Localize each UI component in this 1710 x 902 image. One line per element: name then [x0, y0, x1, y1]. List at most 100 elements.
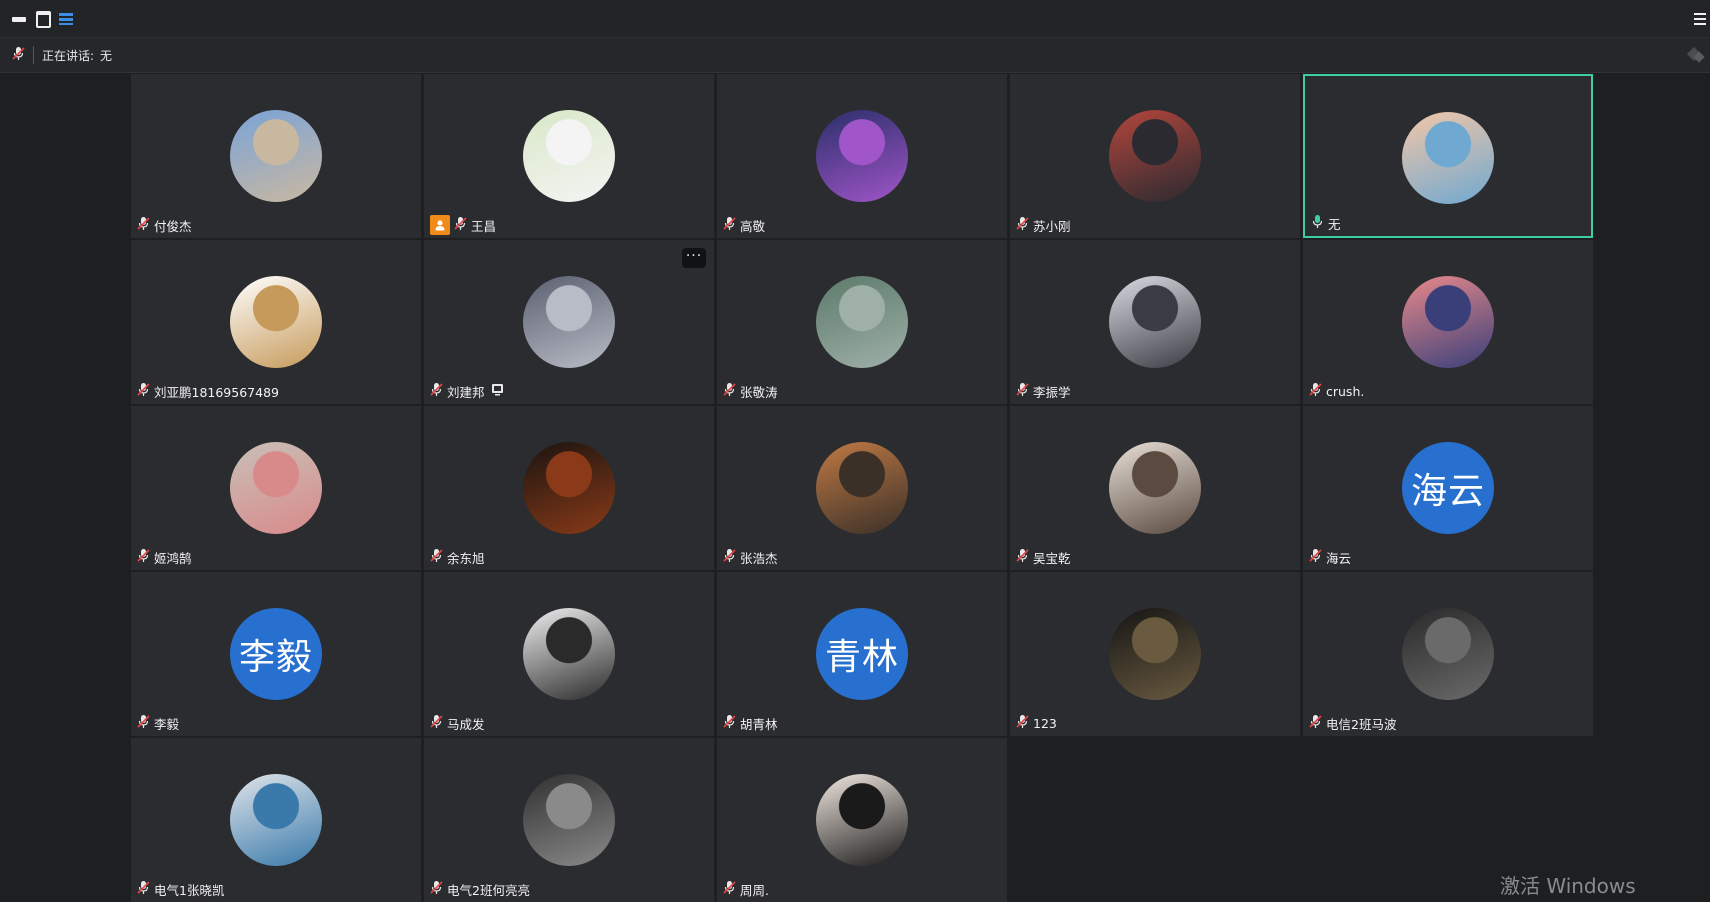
avatar — [523, 110, 615, 202]
participant-name: 吴宝乾 — [1033, 550, 1071, 566]
participant-namebar: 无 — [1311, 213, 1341, 233]
participant-tile[interactable]: 姬鸿鹄 — [131, 406, 421, 570]
participant-name: 刘建邦 — [447, 384, 485, 400]
list-icon — [59, 13, 73, 25]
meeting-window: 正在讲话: 无 付俊杰 王昌 高敬 苏小刚无刘亚鹏18169567489 ··· 刘建邦张… — [0, 0, 1710, 902]
window-mode-button[interactable] — [33, 9, 53, 29]
mic-muted-icon[interactable] — [12, 46, 25, 64]
participant-namebar: 吴宝乾 — [1016, 547, 1071, 567]
mic-muted-icon — [1309, 382, 1322, 400]
participant-tile[interactable]: 苏小刚 — [1010, 74, 1300, 238]
windows-activation-watermark: 激活 Windows — [1500, 874, 1636, 898]
avatar — [1402, 112, 1494, 204]
avatar: 李毅 — [230, 608, 322, 700]
avatar — [523, 774, 615, 866]
more-options-button[interactable]: ··· — [682, 248, 706, 268]
mic-muted-icon — [137, 714, 150, 732]
mic-muted-icon — [1309, 714, 1322, 732]
participant-tile[interactable]: 高敬 — [717, 74, 1007, 238]
participant-tile[interactable]: crush. — [1303, 240, 1593, 404]
participant-namebar: 张浩杰 — [723, 547, 778, 567]
participant-namebar: 李振学 — [1016, 381, 1071, 401]
participant-name: 电气2班何亮亮 — [447, 882, 530, 898]
participant-namebar: 姬鸿鹄 — [137, 547, 192, 567]
mic-muted-icon — [723, 382, 736, 400]
participant-tile[interactable]: 马成发 — [424, 572, 714, 736]
participant-tile[interactable]: 刘亚鹏18169567489 — [131, 240, 421, 404]
window-icon — [35, 10, 51, 28]
participant-namebar: 苏小刚 — [1016, 215, 1071, 235]
mic-muted-icon — [137, 548, 150, 566]
participant-namebar: 刘建邦 — [430, 381, 504, 401]
participant-tile[interactable]: 余东旭 — [424, 406, 714, 570]
avatar — [1109, 442, 1201, 534]
mic-muted-icon — [430, 382, 443, 400]
participant-tile[interactable]: 123 — [1010, 572, 1300, 736]
participant-tile[interactable]: 电气1张晓凯 — [131, 738, 421, 902]
participant-name: 李振学 — [1033, 384, 1071, 400]
speaking-indicator-bar: 正在讲话: 无 — [0, 38, 1710, 73]
participant-namebar: 李毅 — [137, 713, 179, 733]
participant-tile[interactable]: 青林胡青林 — [717, 572, 1007, 736]
participant-tile[interactable]: 电气2班何亮亮 — [424, 738, 714, 902]
avatar: 青林 — [816, 608, 908, 700]
participant-name: crush. — [1326, 383, 1365, 399]
participant-tile[interactable]: 王昌 — [424, 74, 714, 238]
participant-tile[interactable]: 张浩杰 — [717, 406, 1007, 570]
minimize-button[interactable] — [9, 9, 29, 29]
avatar — [523, 442, 615, 534]
screen-share-icon — [485, 383, 504, 399]
participant-namebar: 马成发 — [430, 713, 485, 733]
avatar — [816, 442, 908, 534]
mic-muted-icon — [1016, 714, 1029, 732]
participant-namebar: 胡青林 — [723, 713, 778, 733]
mic-muted-icon — [430, 880, 443, 898]
avatar — [230, 442, 322, 534]
participant-name: 电气1张晓凯 — [154, 882, 225, 898]
participant-tile[interactable]: 海云 海云 — [1303, 406, 1593, 570]
avatar — [523, 608, 615, 700]
participant-name: 电信2班马波 — [1326, 716, 1397, 732]
mic-muted-icon — [1309, 548, 1322, 566]
participant-name: 王昌 — [471, 218, 497, 234]
participant-tile[interactable]: 吴宝乾 — [1010, 406, 1300, 570]
window-toolbar — [0, 0, 1710, 38]
participant-tile[interactable]: 张敬涛 — [717, 240, 1007, 404]
mic-muted-icon — [430, 714, 443, 732]
mic-muted-icon — [137, 880, 150, 898]
participant-namebar: 高敬 — [723, 215, 765, 235]
participant-tile[interactable]: ··· 刘建邦 — [424, 240, 714, 404]
participant-tile[interactable]: 李振学 — [1010, 240, 1300, 404]
participant-name: 付俊杰 — [154, 218, 192, 234]
avatar — [1109, 276, 1201, 368]
participant-name: 姬鸿鹄 — [154, 550, 192, 566]
participant-tile[interactable]: 周周. — [717, 738, 1007, 902]
participant-name: 余东旭 — [447, 550, 485, 566]
participant-namebar: 123 — [1016, 713, 1057, 733]
list-view-button[interactable] — [56, 9, 76, 29]
mic-muted-icon — [1016, 382, 1029, 400]
participant-namebar: 周周. — [723, 879, 769, 899]
participant-tile[interactable]: 李毅 李毅 — [131, 572, 421, 736]
mic-muted-icon — [723, 880, 736, 898]
participant-tile[interactable]: 付俊杰 — [131, 74, 421, 238]
participant-namebar: 电气1张晓凯 — [137, 879, 224, 899]
participant-name: 无 — [1328, 216, 1341, 232]
mic-muted-icon — [723, 548, 736, 566]
participant-tile[interactable]: 电信2班马波 — [1303, 572, 1593, 736]
corner-tool-icon[interactable] — [1684, 44, 1706, 66]
participant-tile[interactable]: 无 — [1303, 74, 1593, 238]
participant-name: 123 — [1033, 715, 1057, 731]
mic-muted-icon — [723, 714, 736, 732]
avatar — [816, 110, 908, 202]
participant-name: 周周. — [740, 882, 769, 898]
participant-namebar: 付俊杰 — [137, 215, 192, 235]
avatar — [230, 774, 322, 866]
participant-name: 张浩杰 — [740, 550, 778, 566]
hamburger-menu-icon — [1694, 13, 1706, 25]
speaking-value: 无 — [100, 48, 113, 63]
avatar — [230, 110, 322, 202]
menu-button[interactable] — [1690, 9, 1710, 29]
mic-muted-icon — [1016, 548, 1029, 566]
participant-namebar: 电气2班何亮亮 — [430, 879, 530, 899]
